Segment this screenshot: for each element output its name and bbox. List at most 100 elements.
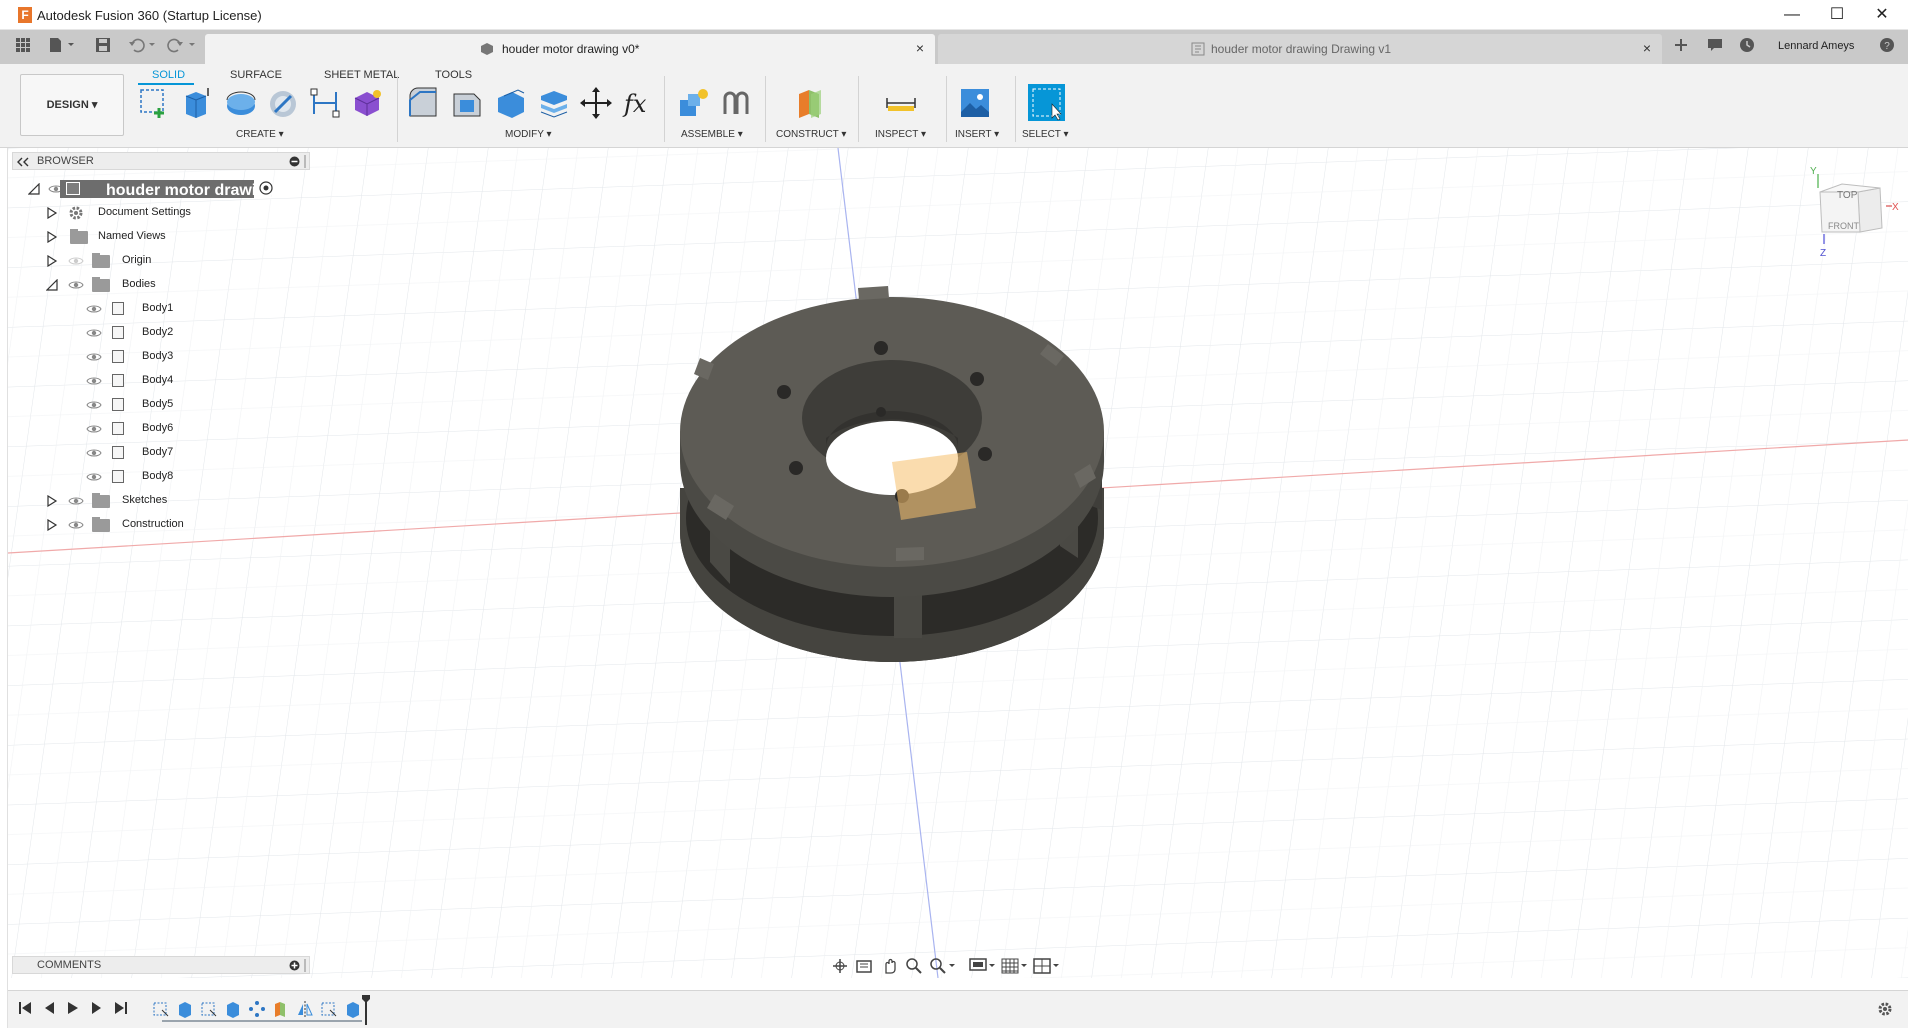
visibility-eye-icon[interactable]	[86, 447, 102, 459]
browser-node-body[interactable]: Body6	[12, 419, 292, 439]
tab-sheet-metal[interactable]: SHEET METAL	[324, 69, 399, 81]
tab-solid[interactable]: SOLID	[152, 69, 185, 81]
help-icon[interactable]: ?	[1876, 37, 1898, 57]
data-panel-grid-icon[interactable]	[12, 37, 34, 57]
collapsed-triangle-icon[interactable]	[46, 255, 58, 267]
browser-node-body[interactable]: Body1	[12, 299, 292, 319]
select-icon[interactable]	[1028, 84, 1065, 121]
insert-image-icon[interactable]	[958, 86, 992, 120]
change-parameters-fx-icon[interactable]: fx	[622, 86, 656, 120]
timeline-mirror-feature-icon[interactable]	[296, 1000, 314, 1018]
browser-node-body[interactable]: Body5	[12, 395, 292, 415]
joint-icon[interactable]	[719, 86, 753, 120]
select-group-label[interactable]: SELECT ▾	[1022, 129, 1069, 140]
job-status-clock-icon[interactable]	[1736, 37, 1758, 57]
step-forward-icon[interactable]	[88, 1001, 106, 1019]
display-settings-icon[interactable]	[968, 957, 996, 975]
browser-panel-header[interactable]: BROWSER	[12, 152, 310, 170]
measure-icon[interactable]	[884, 86, 918, 120]
timeline-sketch-feature-icon[interactable]	[152, 1000, 170, 1018]
timeline-marker-handle[interactable]	[362, 995, 370, 1025]
timeline-extrude-feature-icon[interactable]	[344, 1000, 362, 1018]
close-tab-button[interactable]: ×	[1640, 40, 1654, 56]
close-tab-button[interactable]: ×	[913, 40, 927, 56]
collapsed-triangle-icon[interactable]	[46, 207, 58, 219]
extrude-icon[interactable]	[180, 86, 214, 120]
activate-component-radio-icon[interactable]	[259, 181, 273, 195]
maximize-button[interactable]: ☐	[1815, 3, 1859, 27]
new-tab-plus-icon[interactable]	[1670, 37, 1692, 57]
visibility-eye-icon[interactable]	[86, 399, 102, 411]
go-to-start-icon[interactable]	[16, 1001, 34, 1019]
create-sketch-icon[interactable]	[137, 86, 171, 120]
undo-icon[interactable]	[125, 37, 159, 57]
browser-node-sketches[interactable]: Sketches	[12, 491, 292, 511]
timeline-extrude-feature-icon[interactable]	[176, 1000, 194, 1018]
look-at-icon[interactable]	[854, 957, 874, 975]
timeline-sketch-feature-icon[interactable]	[320, 1000, 338, 1018]
tab-surface[interactable]: SURFACE	[230, 69, 282, 81]
browser-node-named-views[interactable]: Named Views	[12, 227, 292, 247]
inspect-group-label[interactable]: INSPECT ▾	[875, 129, 926, 140]
new-component-icon[interactable]	[676, 86, 710, 120]
save-icon[interactable]	[92, 37, 114, 57]
visibility-eye-icon[interactable]	[68, 495, 84, 507]
sweep-icon[interactable]	[266, 86, 300, 120]
collapsed-triangle-icon[interactable]	[46, 495, 58, 507]
shell-icon[interactable]	[494, 86, 528, 120]
expanded-triangle-icon[interactable]	[28, 183, 40, 195]
close-window-button[interactable]: ✕	[1860, 3, 1904, 27]
revolve-icon[interactable]	[224, 86, 258, 120]
timeline-sketch-feature-icon[interactable]	[200, 1000, 218, 1018]
hidden-eye-icon[interactable]	[68, 255, 84, 267]
modify-group-label[interactable]: MODIFY ▾	[505, 129, 552, 140]
viewports-icon[interactable]	[1032, 957, 1060, 975]
collapsed-triangle-icon[interactable]	[46, 231, 58, 243]
create-form-icon[interactable]	[350, 86, 384, 120]
zoom-icon[interactable]	[904, 957, 924, 975]
grid-settings-icon[interactable]	[1000, 957, 1028, 975]
move-copy-icon[interactable]	[579, 86, 613, 120]
browser-node-construction[interactable]: Construction	[12, 515, 292, 535]
press-pull-icon[interactable]	[406, 86, 440, 120]
visibility-eye-icon[interactable]	[86, 423, 102, 435]
visibility-eye-icon[interactable]	[86, 375, 102, 387]
tab-tools[interactable]: TOOLS	[435, 69, 472, 81]
timeline-pattern-feature-icon[interactable]	[248, 1000, 266, 1018]
file-menu-icon[interactable]	[46, 37, 78, 57]
create-group-label[interactable]: CREATE ▾	[236, 129, 284, 140]
tab-houder-motor-drawing-drawing-v1[interactable]: houder motor drawing Drawing v1 ×	[938, 34, 1662, 64]
root-component-highlight[interactable]: houder motor drawing v0	[60, 180, 298, 199]
fillet-icon[interactable]	[450, 86, 484, 120]
insert-group-label[interactable]: INSERT ▾	[955, 129, 999, 140]
minimize-button[interactable]: —	[1770, 3, 1814, 27]
browser-minimize-icon[interactable]	[289, 156, 300, 167]
collapsed-triangle-icon[interactable]	[46, 519, 58, 531]
browser-node-bodies[interactable]: Bodies	[12, 275, 292, 295]
visibility-eye-icon[interactable]	[68, 279, 84, 291]
browser-node-body[interactable]: Body8	[12, 467, 292, 487]
visibility-eye-icon[interactable]	[86, 471, 102, 483]
visibility-eye-icon[interactable]	[86, 303, 102, 315]
comments-panel-header[interactable]: COMMENTS	[12, 956, 310, 974]
redo-icon[interactable]	[165, 37, 199, 57]
visibility-eye-icon[interactable]	[68, 519, 84, 531]
3d-viewport-canvas[interactable]	[8, 148, 1908, 978]
workspace-switcher-button[interactable]: DESIGN ▾	[20, 74, 124, 136]
browser-node-origin[interactable]: Origin	[12, 251, 292, 271]
expanded-triangle-icon[interactable]	[46, 279, 58, 291]
user-account-name[interactable]: Lennard Ameys	[1778, 40, 1854, 52]
browser-node-body[interactable]: Body3	[12, 347, 292, 367]
browser-node-body[interactable]: Body7	[12, 443, 292, 463]
offset-plane-icon[interactable]	[793, 86, 827, 120]
visibility-eye-icon[interactable]	[86, 351, 102, 363]
browser-node-body[interactable]: Body4	[12, 371, 292, 391]
assemble-group-label[interactable]: ASSEMBLE ▾	[681, 129, 743, 140]
panel-pin-handle[interactable]	[303, 155, 307, 168]
notifications-icon[interactable]	[1704, 37, 1726, 57]
step-back-icon[interactable]	[40, 1001, 58, 1019]
timeline-plane-feature-icon[interactable]	[272, 1000, 290, 1018]
viewcube[interactable]: Y TOP FRONT X Z	[1810, 162, 1900, 259]
go-to-end-icon[interactable]	[112, 1001, 130, 1019]
fit-window-zoom-icon[interactable]	[928, 957, 956, 975]
